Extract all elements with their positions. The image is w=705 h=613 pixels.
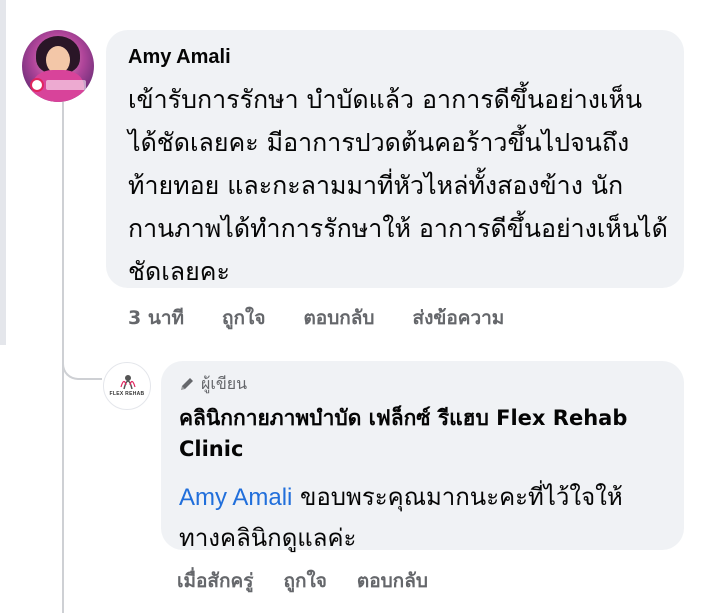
- page-avatar-logo[interactable]: FLEX REHAB: [103, 362, 151, 410]
- reply-timestamp[interactable]: เมื่อสักครู่: [177, 566, 253, 596]
- thread-connector-elbow: [62, 350, 102, 380]
- comment-timestamp[interactable]: 3 นาที: [128, 303, 184, 333]
- reply-author-name[interactable]: คลินิกกายภาพบำบัด เฟล็กซ์ รีแฮบ Flex Reh…: [179, 403, 639, 465]
- like-button[interactable]: ถูกใจ: [222, 303, 265, 333]
- reply-actions: เมื่อสักครู่ ถูกใจ ตอบกลับ: [177, 566, 428, 596]
- reply-reply-button[interactable]: ตอบกลับ: [357, 566, 428, 596]
- avatar-badge-icon: [30, 78, 44, 92]
- reply-button[interactable]: ตอบกลับ: [303, 303, 374, 333]
- mention-link[interactable]: Amy Amali: [179, 484, 292, 511]
- reply-like-button[interactable]: ถูกใจ: [283, 566, 326, 596]
- commenter-avatar[interactable]: [22, 30, 94, 102]
- pencil-icon: [181, 378, 193, 390]
- comment-actions: 3 นาที ถูกใจ ตอบกลับ ส่งข้อความ: [128, 303, 504, 333]
- comment-author-name[interactable]: Amy Amali: [128, 44, 664, 70]
- comment-bubble: Amy Amali เข้ารับการรักษา บำบัดแล้ว อากา…: [106, 30, 684, 288]
- reply-bubble: ผู้เขียน คลินิกกายภาพบำบัด เฟล็กซ์ รีแฮบ…: [161, 361, 684, 552]
- author-badge-label: ผู้เขียน: [201, 373, 248, 393]
- send-message-button[interactable]: ส่งข้อความ: [412, 303, 504, 333]
- flex-rehab-logo-icon: [120, 375, 136, 390]
- left-thread-strip: [0, 0, 6, 345]
- comment-text: เข้ารับการรักษา บำบัดแล้ว อาการดีขึ้นอย่…: [128, 85, 668, 286]
- reply-text: Amy Amali ขอบพระคุณมากนะคะที่ไว้ใจให้ทาง…: [179, 477, 639, 558]
- avatar-caption-overlay: [46, 80, 86, 90]
- logo-text: FLEX REHAB: [109, 391, 145, 397]
- author-badge: ผู้เขียน: [179, 373, 664, 395]
